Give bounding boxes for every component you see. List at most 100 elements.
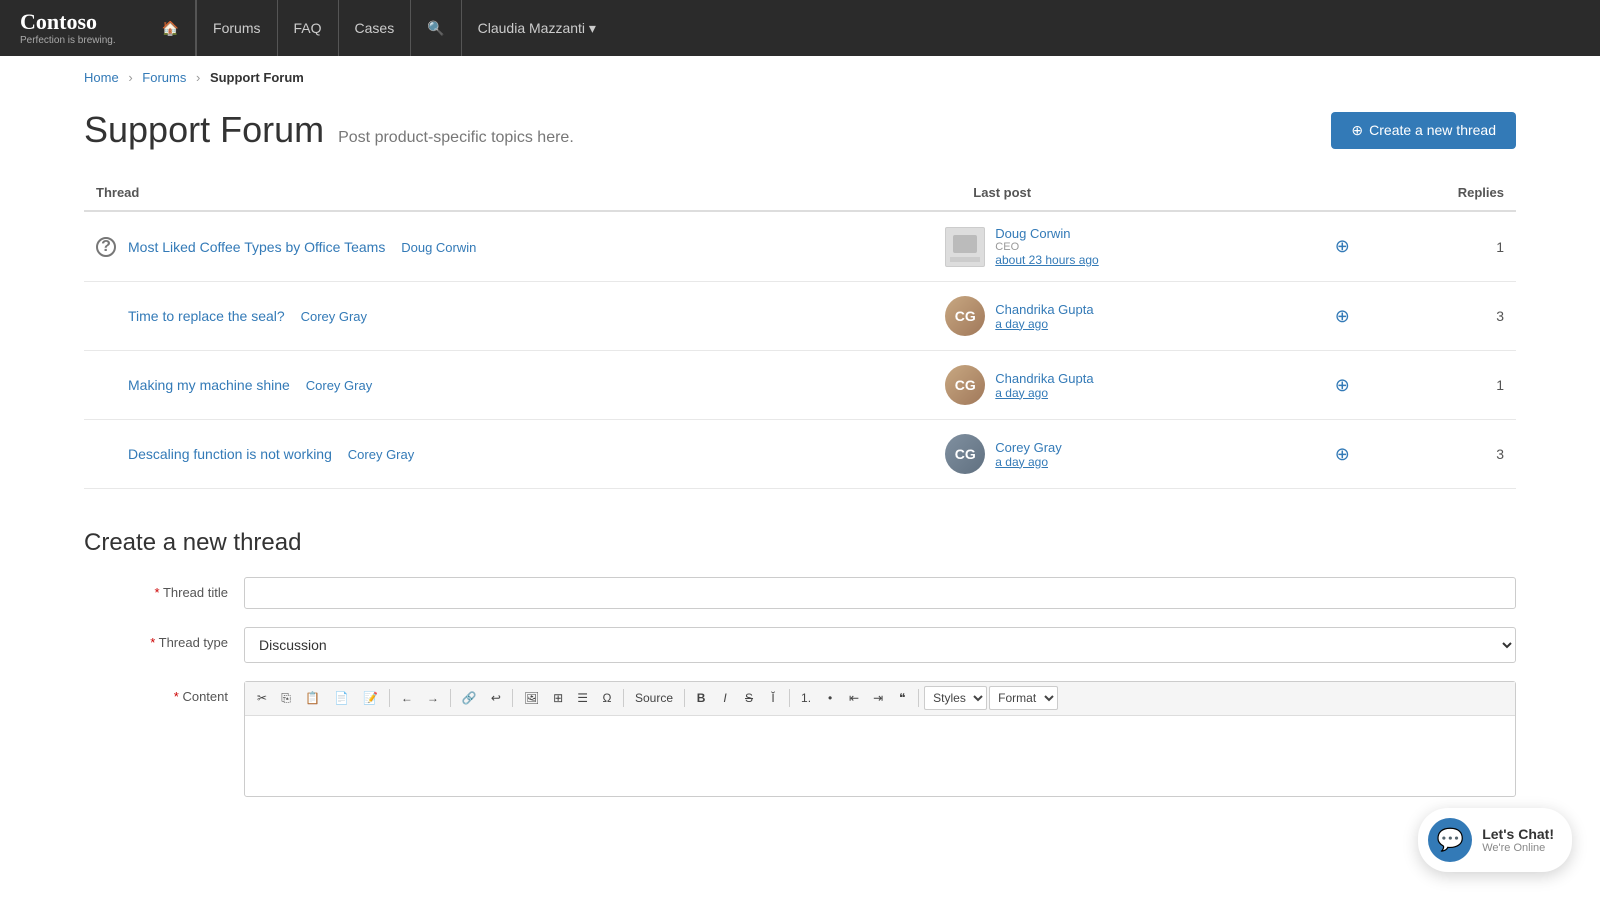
- home-nav-icon[interactable]: 🏠: [146, 0, 196, 56]
- required-marker-3: *: [174, 689, 183, 704]
- post-time[interactable]: a day ago: [995, 317, 1093, 331]
- notify-icon[interactable]: ⊕: [1335, 375, 1350, 395]
- create-thread-heading: Create a new thread: [84, 529, 1516, 557]
- notify-icon[interactable]: ⊕: [1335, 306, 1350, 326]
- thread-title-link[interactable]: Time to replace the seal?: [128, 308, 285, 324]
- last-post-info: Doug Corwin CEO about 23 hours ago: [995, 226, 1098, 267]
- toolbar-paste[interactable]: 📋: [299, 686, 326, 711]
- toolbar-format-select[interactable]: Format: [989, 686, 1058, 710]
- breadcrumb-home[interactable]: Home: [84, 70, 119, 85]
- toolbar-subscript[interactable]: Ĭ: [762, 686, 784, 711]
- toolbar-unlink[interactable]: ↩: [485, 686, 507, 711]
- thread-title-link[interactable]: Making my machine shine: [128, 377, 290, 393]
- thread-type-label: * Thread type: [84, 627, 244, 650]
- reply-count: 3: [1362, 420, 1516, 489]
- thread-author[interactable]: Corey Gray: [306, 378, 372, 393]
- create-thread-form: Create a new thread * Thread title * Thr…: [84, 529, 1516, 797]
- toolbar-image[interactable]: 🖼: [518, 686, 545, 711]
- breadcrumb-forums[interactable]: Forums: [142, 70, 186, 85]
- thread-type-group: * Thread type Discussion Question Announ…: [84, 627, 1516, 663]
- poster-name: Doug Corwin: [995, 226, 1098, 241]
- toolbar-styles-select[interactable]: Styles: [924, 686, 987, 710]
- nav-faq[interactable]: FAQ: [278, 0, 339, 56]
- thread-author[interactable]: Doug Corwin: [401, 240, 476, 255]
- toolbar-ol[interactable]: 1.: [795, 686, 817, 711]
- last-post-cell: CG Chandrika Gupta a day ago: [945, 365, 1310, 405]
- thread-title-link[interactable]: Most Liked Coffee Types by Office Teams: [128, 239, 385, 255]
- toolbar-source[interactable]: Source: [629, 686, 679, 711]
- forum-title-block: Support Forum Post product-specific topi…: [84, 109, 574, 151]
- reply-count: 1: [1362, 351, 1516, 420]
- navbar: Contoso Perfection is brewing. 🏠 Forums …: [0, 0, 1600, 56]
- create-thread-button[interactable]: ⊕ Create a new thread: [1331, 112, 1516, 149]
- notify-icon[interactable]: ⊕: [1335, 444, 1350, 464]
- toolbar-sep-1: [389, 689, 390, 707]
- chat-title: Let's Chat!: [1482, 826, 1554, 842]
- toolbar-specialchar[interactable]: Ω: [596, 686, 618, 711]
- toolbar-indent[interactable]: ⇥: [867, 686, 889, 711]
- toolbar-outdent[interactable]: ⇤: [843, 686, 865, 711]
- search-icon[interactable]: 🔍: [411, 0, 461, 56]
- toolbar-pastefromword[interactable]: 📝: [357, 686, 384, 711]
- avatar: CG: [945, 296, 985, 336]
- toolbar-table[interactable]: ⊞: [547, 686, 569, 711]
- toolbar-bold[interactable]: B: [690, 686, 712, 711]
- toolbar-hr[interactable]: ☰: [571, 686, 594, 711]
- editor-content[interactable]: [245, 716, 1515, 796]
- poster-name: Chandrika Gupta: [995, 302, 1093, 317]
- col-lastpost: Last post: [933, 175, 1322, 211]
- chat-icon: 💬: [1428, 818, 1472, 862]
- toolbar-sep-3: [512, 689, 513, 707]
- required-marker: *: [155, 585, 163, 600]
- chat-subtitle: We're Online: [1482, 842, 1554, 854]
- nav-forums[interactable]: Forums: [196, 0, 277, 56]
- post-time[interactable]: a day ago: [995, 455, 1061, 469]
- brand-name: Contoso: [20, 11, 116, 33]
- breadcrumb: Home › Forums › Support Forum: [0, 56, 1600, 99]
- toolbar-link[interactable]: 🔗: [456, 686, 483, 711]
- post-time[interactable]: a day ago: [995, 386, 1093, 400]
- forum-title: Support Forum: [84, 109, 324, 151]
- threads-table-header: Thread Last post Replies: [84, 175, 1516, 211]
- question-icon: ?: [96, 237, 116, 257]
- toolbar-copy[interactable]: ⎘: [275, 686, 297, 711]
- thread-author[interactable]: Corey Gray: [348, 447, 414, 462]
- thread-title-input[interactable]: [244, 577, 1516, 609]
- chat-widget[interactable]: 💬 Let's Chat! We're Online: [1418, 808, 1572, 872]
- editor-toolbar: ✂ ⎘ 📋 📄 📝 ← → 🔗 ↩ 🖼 ⊞ ☰ Ω: [245, 682, 1515, 716]
- toolbar-cut[interactable]: ✂: [251, 686, 273, 711]
- reply-count: 3: [1362, 282, 1516, 351]
- table-row: Time to replace the seal? Corey Gray CG …: [84, 282, 1516, 351]
- toolbar-undo[interactable]: ←: [395, 686, 419, 711]
- toolbar-ul[interactable]: •: [819, 686, 841, 711]
- col-notify: [1323, 175, 1362, 211]
- toolbar-sep-4: [623, 689, 624, 707]
- toolbar-redo[interactable]: →: [421, 686, 445, 711]
- toolbar-blockquote[interactable]: ❝: [891, 686, 913, 711]
- thread-type-select[interactable]: Discussion Question Announcement: [244, 627, 1516, 663]
- toolbar-italic[interactable]: I: [714, 686, 736, 711]
- forum-header: Support Forum Post product-specific topi…: [84, 109, 1516, 151]
- post-time[interactable]: about 23 hours ago: [995, 253, 1098, 267]
- thread-title-link[interactable]: Descaling function is not working: [128, 446, 332, 462]
- breadcrumb-sep-2: ›: [196, 70, 200, 85]
- editor-wrapper: ✂ ⎘ 📋 📄 📝 ← → 🔗 ↩ 🖼 ⊞ ☰ Ω: [244, 681, 1516, 797]
- brand-logo[interactable]: Contoso Perfection is brewing.: [20, 11, 116, 46]
- col-thread: Thread: [84, 175, 933, 211]
- thread-title-group: * Thread title: [84, 577, 1516, 609]
- threads-table-body: ? Most Liked Coffee Types by Office Teams…: [84, 211, 1516, 489]
- toolbar-pastetext[interactable]: 📄: [328, 686, 355, 711]
- content-group: * Content ✂ ⎘ 📋 📄 📝 ← → 🔗 ↩ 🖼: [84, 681, 1516, 797]
- user-menu[interactable]: Claudia Mazzanti ▾: [478, 20, 596, 37]
- threads-table: Thread Last post Replies ? Most Liked Cof…: [84, 175, 1516, 489]
- table-row: ? Most Liked Coffee Types by Office Teams…: [84, 211, 1516, 282]
- toolbar-strike[interactable]: S: [738, 686, 760, 711]
- table-row: Making my machine shine Corey Gray CG Ch…: [84, 351, 1516, 420]
- thread-author[interactable]: Corey Gray: [301, 309, 367, 324]
- last-post-cell: CG Chandrika Gupta a day ago: [945, 296, 1310, 336]
- last-post-cell: Doug Corwin CEO about 23 hours ago: [945, 226, 1310, 267]
- nav-cases[interactable]: Cases: [339, 0, 412, 56]
- notify-icon[interactable]: ⊕: [1335, 236, 1350, 256]
- last-post-info: Chandrika Gupta a day ago: [995, 371, 1093, 400]
- last-post-info: Corey Gray a day ago: [995, 440, 1061, 469]
